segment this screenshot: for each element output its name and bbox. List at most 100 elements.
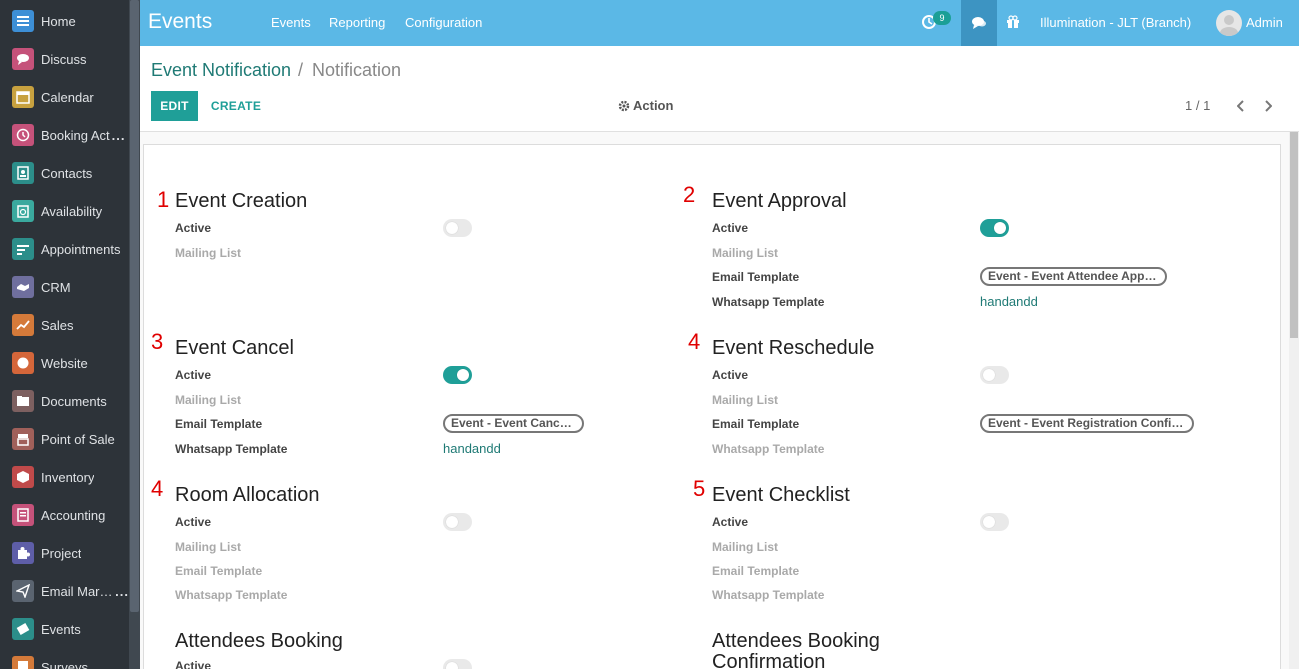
menu-events[interactable]: Events bbox=[271, 15, 311, 30]
content-scrollbar[interactable] bbox=[1289, 132, 1299, 669]
active-label: Active bbox=[712, 221, 749, 235]
section-number-marker: 1 bbox=[157, 187, 170, 212]
toggle-knob bbox=[446, 222, 458, 234]
action-dropdown[interactable]: Action bbox=[618, 98, 673, 113]
user-menu[interactable]: Admin bbox=[1246, 15, 1283, 30]
sidebar-item-label: Website bbox=[41, 355, 88, 371]
section-number-marker: 3 bbox=[151, 329, 164, 354]
sidebar-item-email-marketing[interactable]: Email Marke ... bbox=[0, 572, 129, 610]
menu-reporting[interactable]: Reporting bbox=[329, 15, 385, 30]
company-switcher[interactable]: Illumination - JLT (Branch) bbox=[1040, 15, 1191, 30]
box-icon bbox=[12, 466, 34, 488]
section-number-marker: 4 bbox=[151, 476, 164, 501]
email-template-label: Email Template bbox=[175, 564, 263, 578]
app-title[interactable]: Events bbox=[148, 10, 212, 34]
content-scrollbar-thumb[interactable] bbox=[1290, 132, 1298, 338]
sidebar-item-discuss[interactable]: Discuss bbox=[0, 40, 129, 78]
create-button[interactable]: CREATE bbox=[202, 91, 270, 121]
breadcrumb-parent[interactable]: Event Notification bbox=[151, 60, 291, 81]
chat-icon[interactable] bbox=[961, 0, 997, 46]
sidebar-item-label: Contacts bbox=[41, 165, 93, 181]
ticket-icon bbox=[12, 618, 34, 640]
paper-plane-icon bbox=[12, 580, 34, 602]
active-label: Active bbox=[175, 221, 212, 235]
email-template-label: Email Template bbox=[712, 270, 800, 284]
truncation-ellipsis: ... bbox=[111, 127, 126, 143]
survey-icon bbox=[12, 656, 34, 669]
gear-icon bbox=[618, 100, 630, 111]
whatsapp-template-label: Whatsapp Template bbox=[712, 442, 825, 456]
attendees-booking-active-toggle[interactable] bbox=[443, 659, 472, 669]
sidebar-item-label: Calendar bbox=[41, 89, 94, 105]
mailing-list-label: Mailing List bbox=[175, 540, 241, 554]
section-number-marker: 4 bbox=[688, 329, 701, 354]
sidebar-item-booking[interactable]: Booking Act ... bbox=[0, 116, 129, 154]
control-panel: Event Notification / Notification EDIT C… bbox=[140, 46, 1299, 132]
toggle-knob bbox=[457, 369, 469, 381]
event-approval-active-toggle[interactable] bbox=[980, 219, 1009, 237]
email-template-tag[interactable]: Event - Event Cancelled bbox=[443, 414, 584, 433]
email-template-tag[interactable]: Event - Event Attendee Approval bbox=[980, 267, 1167, 286]
sidebar-item-appointments[interactable]: Appointments bbox=[0, 230, 129, 268]
menu-configuration[interactable]: Configuration bbox=[405, 15, 482, 30]
gift-icon[interactable] bbox=[1004, 12, 1022, 32]
event-creation-active-toggle[interactable] bbox=[443, 219, 472, 237]
sidebar-item-availability[interactable]: Availability bbox=[0, 192, 129, 230]
sidebar-item-label: CRM bbox=[41, 279, 71, 295]
sidebar-item-label: Project bbox=[41, 545, 82, 561]
room-allocation-active-toggle[interactable] bbox=[443, 513, 472, 531]
sidebar-item-inventory[interactable]: Inventory bbox=[0, 458, 129, 496]
whatsapp-template-label: Whatsapp Template bbox=[712, 588, 825, 602]
sidebar-item-project[interactable]: Project bbox=[0, 534, 129, 572]
sidebar-item-calendar[interactable]: Calendar bbox=[0, 78, 129, 116]
section-title-event-approval: Event Approval bbox=[712, 190, 847, 212]
sidebar-item-label: Home bbox=[41, 13, 76, 29]
invoice-icon bbox=[12, 504, 34, 526]
event-checklist-active-toggle[interactable] bbox=[980, 513, 1009, 531]
sidebar-item-accounting[interactable]: Accounting bbox=[0, 496, 129, 534]
event-reschedule-active-toggle[interactable] bbox=[980, 366, 1009, 384]
sidebar-item-label: Events bbox=[41, 621, 81, 637]
breadcrumb-separator: / bbox=[298, 60, 304, 80]
sidebar-item-label: Appointments bbox=[41, 241, 121, 257]
toggle-knob bbox=[446, 516, 458, 528]
sidebar-item-events[interactable]: Events bbox=[0, 610, 129, 648]
mailing-list-label: Mailing List bbox=[712, 393, 778, 407]
globe-icon bbox=[12, 352, 34, 374]
edit-button[interactable]: EDIT bbox=[151, 91, 198, 121]
email-template-tag[interactable]: Event - Event Registration Confirm... bbox=[980, 414, 1194, 433]
sidebar-scrollbar-thumb[interactable] bbox=[130, 0, 139, 612]
sidebar-item-crm[interactable]: CRM bbox=[0, 268, 129, 306]
sidebar-item-label: Availability bbox=[41, 203, 103, 219]
form-sheet: 1 Event Creation Active Mailing List 2 E… bbox=[143, 144, 1281, 669]
sidebar-item-label: Booking Act bbox=[41, 127, 110, 143]
action-label: Action bbox=[633, 98, 674, 113]
sidebar-scrollbar[interactable] bbox=[129, 0, 140, 669]
whatsapp-template-link[interactable]: handandd bbox=[443, 441, 501, 456]
app-sidebar: Home Discuss Calendar Booking Act ... Co… bbox=[0, 0, 129, 669]
section-title-attendees-booking: Attendees Booking bbox=[175, 630, 343, 652]
appointments-icon bbox=[12, 238, 34, 260]
sidebar-item-label: Surveys bbox=[41, 659, 88, 669]
sidebar-item-documents[interactable]: Documents bbox=[0, 382, 129, 420]
top-navbar: Events Events Reporting Configuration 9 … bbox=[140, 0, 1299, 46]
sidebar-item-label: Accounting bbox=[41, 507, 106, 523]
email-template-label: Email Template bbox=[712, 417, 800, 431]
pager-value[interactable]: 1 / 1 bbox=[1185, 98, 1210, 113]
avatar[interactable] bbox=[1216, 10, 1242, 36]
sidebar-item-sales[interactable]: Sales bbox=[0, 306, 129, 344]
chevron-right-icon[interactable] bbox=[1261, 98, 1275, 114]
sidebar-item-home[interactable]: Home bbox=[0, 2, 129, 40]
chevron-left-icon[interactable] bbox=[1234, 98, 1248, 114]
section-title-attendees-booking-confirmation-line1: Attendees Booking bbox=[712, 630, 880, 652]
sidebar-item-surveys[interactable]: Surveys bbox=[0, 648, 129, 669]
event-cancel-active-toggle[interactable] bbox=[443, 366, 472, 384]
active-label: Active bbox=[175, 368, 212, 382]
sidebar-item-website[interactable]: Website bbox=[0, 344, 129, 382]
contacts-icon bbox=[12, 162, 34, 184]
sidebar-item-point-of-sale[interactable]: Point of Sale bbox=[0, 420, 129, 458]
sidebar-item-contacts[interactable]: Contacts bbox=[0, 154, 129, 192]
whatsapp-template-link[interactable]: handandd bbox=[980, 294, 1038, 309]
sidebar-item-label: Inventory bbox=[41, 469, 95, 485]
availability-icon bbox=[12, 200, 34, 222]
